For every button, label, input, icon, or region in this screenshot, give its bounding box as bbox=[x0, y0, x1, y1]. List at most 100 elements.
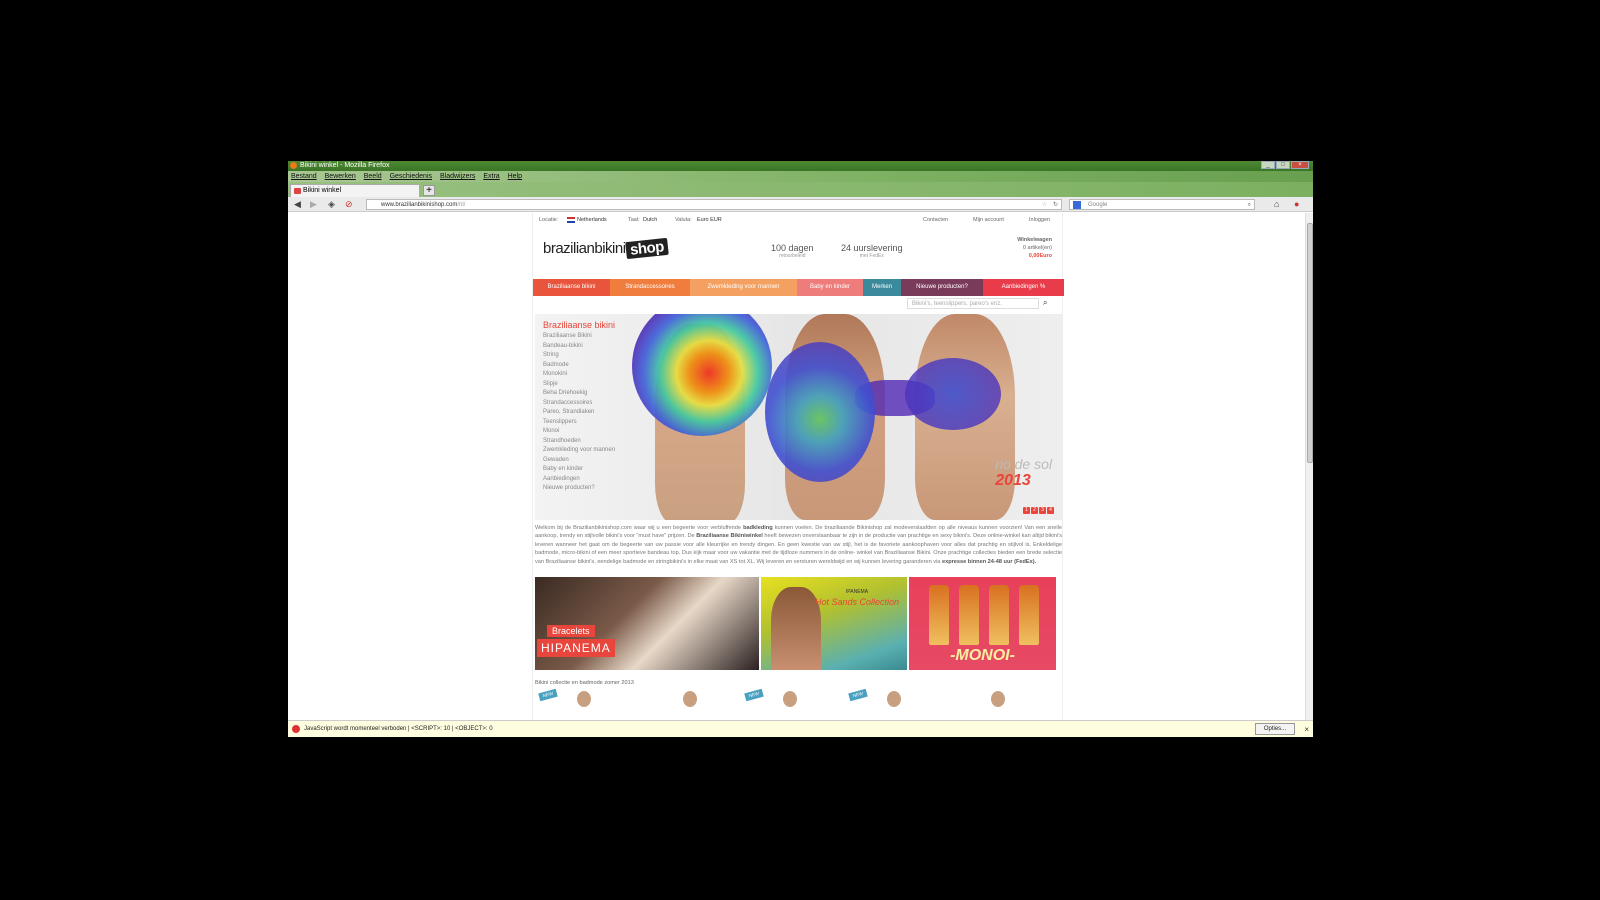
sidebar-item[interactable]: Strandaccessoires bbox=[543, 399, 615, 409]
banner-monoi-brand: -MONOI- bbox=[950, 647, 1015, 664]
product-thumbnail[interactable] bbox=[683, 691, 697, 707]
intro-text: Welkom bij de Brazilianbikinishop.com wa… bbox=[535, 524, 1062, 566]
collection-title: Bikini collectie en badmode zomer 2013 bbox=[535, 680, 634, 686]
maximize-button[interactable]: □ bbox=[1276, 161, 1290, 169]
reload-icon[interactable]: ↻ bbox=[1053, 200, 1058, 210]
banner-hot-sands: IPANEMA Hot Sands Collection bbox=[815, 587, 899, 607]
sidebar-item[interactable]: Badmode bbox=[543, 361, 615, 371]
usp-delivery: 24 uurslevering met FedEx bbox=[841, 243, 903, 259]
menu-geschiedenis[interactable]: Geschiedenis bbox=[390, 173, 432, 180]
logo-tag: shop bbox=[624, 237, 669, 260]
sidebar-item[interactable]: Aanbiedingen bbox=[543, 475, 615, 485]
banner-hipanema[interactable]: Bracelets HIPANEMA bbox=[535, 577, 759, 670]
menu-help[interactable]: Help bbox=[508, 173, 522, 180]
site-logo[interactable]: brazilianbikini shop bbox=[543, 237, 669, 260]
options-button[interactable]: Opties... bbox=[1255, 723, 1295, 735]
slider-page-1[interactable]: 1 bbox=[1023, 507, 1030, 514]
heatmap-overlay bbox=[632, 314, 772, 436]
back-icon[interactable]: ◀ bbox=[294, 199, 301, 210]
product-thumbnail[interactable] bbox=[783, 691, 797, 707]
sidebar-item[interactable]: Bandeau-bikini bbox=[543, 342, 615, 352]
addon-shield-icon[interactable]: ◈ bbox=[328, 199, 335, 210]
slider-page-4[interactable]: 4 bbox=[1047, 507, 1054, 514]
shopping-cart[interactable]: Winkelwagen 0 artikel(en) 0,00Euro bbox=[1017, 236, 1052, 260]
sidebar-item[interactable]: Braziliaanse Bikini bbox=[543, 332, 615, 342]
cat-braziliaanse-bikini[interactable]: Braziliaanse bikini bbox=[533, 279, 610, 296]
account-link[interactable]: Mijn account bbox=[973, 213, 1004, 227]
close-window-button[interactable]: × bbox=[1291, 161, 1309, 169]
home-icon[interactable]: ⌂ bbox=[1274, 199, 1279, 210]
close-notification-icon[interactable]: × bbox=[1304, 722, 1309, 737]
scrollbar-thumb[interactable] bbox=[1307, 223, 1313, 463]
currency-value[interactable]: Euro EUR bbox=[697, 213, 722, 227]
window-title: Bikini winkel - Mozilla Firefox bbox=[300, 162, 390, 169]
cart-items: 0 artikel(en) bbox=[1022, 245, 1052, 251]
menu-beeld[interactable]: Beeld bbox=[364, 173, 382, 180]
new-tab-button[interactable]: + bbox=[423, 185, 435, 196]
addon-menu-icon[interactable]: ● bbox=[1294, 199, 1299, 210]
product-thumbnail[interactable] bbox=[887, 691, 901, 707]
bookmark-star-icon[interactable]: ☆ bbox=[1042, 200, 1047, 210]
hero-slider[interactable]: Braziliaanse bikini Braziliaanse Bikini … bbox=[535, 314, 1062, 520]
sidebar-item[interactable]: Pareo, Strandlaken bbox=[543, 408, 615, 418]
minimize-button[interactable]: _ bbox=[1261, 161, 1275, 169]
cat-baby-kinder[interactable]: Baby en kinder bbox=[797, 279, 863, 296]
banner-monoi[interactable]: -MONOI- bbox=[909, 577, 1056, 670]
vertical-scrollbar[interactable] bbox=[1305, 213, 1313, 720]
noscript-icon[interactable]: ⊘ bbox=[345, 199, 353, 210]
sidebar-item[interactable]: Beha Driehoekig bbox=[543, 389, 615, 399]
sidebar-item[interactable]: Strandhoeden bbox=[543, 437, 615, 447]
menu-bewerken[interactable]: Bewerken bbox=[325, 173, 356, 180]
sidebar-item[interactable]: String bbox=[543, 351, 615, 361]
rio-de-sol-text: rio de sol bbox=[995, 456, 1052, 472]
menu-bestand[interactable]: Bestand bbox=[291, 173, 317, 180]
sidebar-item[interactable]: Monokini bbox=[543, 370, 615, 380]
menu-extra[interactable]: Extra bbox=[483, 173, 499, 180]
location-value[interactable]: Netherlands bbox=[577, 213, 607, 227]
intro-bold: expresse binnen 24-48 uur (FedEx). bbox=[941, 558, 1037, 565]
search-bar[interactable]: Google ⌕ bbox=[1069, 199, 1255, 210]
google-icon bbox=[1073, 201, 1081, 209]
cat-merken[interactable]: Merken bbox=[863, 279, 901, 296]
usp-returns: 100 dagen retourbeleid bbox=[771, 243, 814, 259]
sidebar-item[interactable]: Gewaden bbox=[543, 456, 615, 466]
location-label: Locatie: bbox=[539, 217, 559, 223]
search-icon[interactable]: ⌕ bbox=[1248, 200, 1251, 210]
sidebar-item[interactable]: Slipje bbox=[543, 380, 615, 390]
contact-link[interactable]: Contacten bbox=[923, 213, 948, 227]
tab-bikini-winkel[interactable]: Bikini winkel bbox=[290, 184, 420, 197]
sidebar-item[interactable]: Nieuwe producten? bbox=[543, 484, 615, 494]
sidebar-item[interactable]: Baby en kinder bbox=[543, 465, 615, 475]
product-thumbnail[interactable] bbox=[991, 691, 1005, 707]
new-badge: NEW bbox=[538, 688, 558, 702]
slider-page-2[interactable]: 2 bbox=[1031, 507, 1038, 514]
cat-aanbiedingen[interactable]: Aanbiedingen % bbox=[983, 279, 1064, 296]
intro-bold: Braziliaanse Bikiniwinkel bbox=[696, 533, 763, 540]
cat-strandaccessoires[interactable]: Strandaccessoires bbox=[610, 279, 690, 296]
sidebar-item[interactable]: Monoi bbox=[543, 427, 615, 437]
noscript-warning-icon bbox=[292, 725, 300, 733]
site-search-icon[interactable]: ⌕ bbox=[1043, 298, 1047, 308]
url-host: www.brazilianbikinishop.com bbox=[381, 202, 458, 208]
banner-ipanema[interactable]: IPANEMA Hot Sands Collection bbox=[761, 577, 907, 670]
title-bar: Bikini winkel - Mozilla Firefox _ □ × bbox=[288, 161, 1313, 171]
cat-zwemkleding-mannen[interactable]: Zwemkleding voor mannen bbox=[690, 279, 797, 296]
slider-page-3[interactable]: 3 bbox=[1039, 507, 1046, 514]
login-link[interactable]: Inloggen bbox=[1029, 213, 1050, 227]
sidebar-item[interactable]: Teenslippers bbox=[543, 418, 615, 428]
sidebar-item[interactable]: Zwemkleding voor mannen bbox=[543, 446, 615, 456]
browser-window: Bikini winkel - Mozilla Firefox _ □ × Be… bbox=[288, 161, 1313, 737]
menu-bladwijzers[interactable]: Bladwijzers bbox=[440, 173, 475, 180]
lang-label: Taal: bbox=[628, 217, 640, 223]
web-page: Locatie: Netherlands Taal: Dutch Valuta:… bbox=[532, 213, 1064, 720]
url-bar[interactable]: www.brazilianbikinishop.com/nl/ ☆ ↻ bbox=[366, 199, 1062, 210]
banner-ipanema-brand: IPANEMA bbox=[845, 589, 869, 595]
product-thumbnail[interactable] bbox=[577, 691, 591, 707]
banner-hipanema-brand: HIPANEMA bbox=[537, 639, 615, 657]
forward-icon[interactable]: ▶ bbox=[310, 199, 317, 210]
lang-value[interactable]: Dutch bbox=[643, 213, 657, 227]
cat-nieuwe-producten[interactable]: Nieuwe producten? bbox=[901, 279, 983, 296]
usp-returns-sub: retourbeleid bbox=[779, 253, 806, 259]
site-search-input[interactable]: Bikini's, teenslippers, pareo's enz. bbox=[907, 298, 1039, 309]
firefox-icon bbox=[290, 162, 297, 169]
